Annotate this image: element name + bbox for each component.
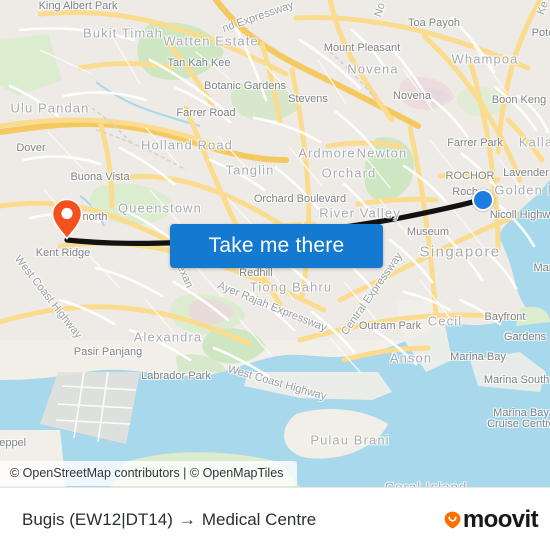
- map-canvas[interactable]: .land{fill:#f2efe9;} .urban{fill:#eeebe6…: [0, 0, 550, 487]
- pin-icon: [51, 198, 83, 240]
- moovit-route-screen: .land{fill:#f2efe9;} .urban{fill:#eeebe6…: [0, 0, 550, 550]
- moovit-wordmark: moovit: [462, 505, 539, 533]
- map-attribution[interactable]: © OpenStreetMap contributors | © OpenMap…: [0, 461, 298, 486]
- origin-pin-marker[interactable]: [51, 198, 83, 240]
- take-me-there-button[interactable]: Take me there: [170, 224, 383, 268]
- route-origin-label: Bugis (EW12|DT14): [22, 509, 173, 529]
- route-destination-label: Medical Centre: [201, 509, 317, 529]
- moovit-pin-icon: [444, 511, 461, 529]
- route-arrow-icon: →: [178, 509, 196, 529]
- footer-bar: Bugis (EW12|DT14) → Medical Centre moovit: [0, 487, 550, 550]
- moovit-logo[interactable]: moovit: [444, 505, 539, 533]
- destination-dot-marker[interactable]: [472, 189, 494, 211]
- route-summary: Bugis (EW12|DT14) → Medical Centre: [22, 510, 316, 530]
